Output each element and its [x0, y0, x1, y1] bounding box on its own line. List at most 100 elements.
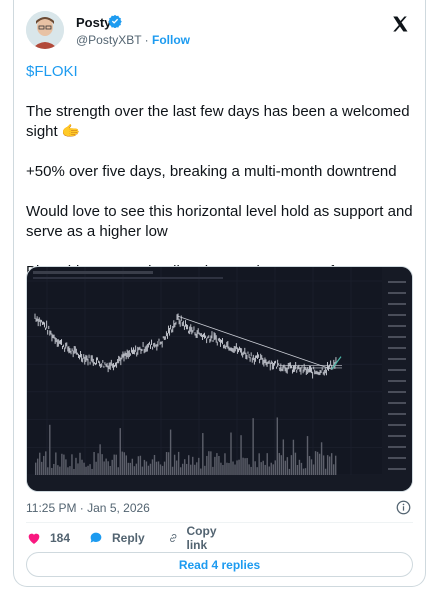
- volume-bar: [264, 464, 266, 475]
- volume-bar: [278, 452, 281, 475]
- volume-bar: [61, 453, 63, 475]
- volume-bar: [35, 462, 37, 475]
- volume-bar: [188, 455, 190, 475]
- volume-bar: [159, 464, 162, 475]
- price-tick-label: [388, 347, 406, 349]
- volume-bar: [232, 461, 234, 475]
- info-icon[interactable]: [396, 500, 411, 515]
- volume-bar: [119, 428, 121, 475]
- volume-bar: [73, 468, 75, 475]
- reply-button[interactable]: Reply: [88, 529, 145, 547]
- volume-bar: [121, 451, 123, 475]
- volume-bar: [45, 451, 47, 475]
- volume-bar: [314, 451, 317, 475]
- tweet-text: $FLOKI The strength over the last few da…: [26, 62, 416, 282]
- volume-bar: [129, 462, 132, 475]
- volume-bar: [107, 461, 109, 475]
- volume-bar: [272, 464, 274, 475]
- volume-bar: [292, 439, 295, 475]
- volume-bar: [238, 459, 240, 475]
- volume-bar: [81, 459, 83, 475]
- volume-bar: [49, 424, 51, 475]
- volume-bar: [248, 464, 250, 475]
- link-icon: [170, 534, 177, 542]
- volume-bar: [175, 460, 178, 475]
- price-tick-label: [388, 402, 406, 404]
- price-tick-label: [388, 446, 406, 448]
- volume-bar: [266, 453, 268, 475]
- tweet-card: Posty @PostyXBT · Follow $FLOKI The stre…: [13, 0, 426, 587]
- volume-bar: [127, 462, 130, 475]
- author-name[interactable]: Posty: [76, 15, 111, 30]
- volume-bar: [163, 461, 166, 475]
- volume-bar: [41, 461, 43, 475]
- volume-bar: [177, 451, 180, 475]
- volume-bar: [234, 464, 236, 475]
- chart-legend: [33, 277, 223, 279]
- volume-bar: [145, 461, 148, 475]
- volume-bar: [63, 454, 65, 475]
- volume-bar: [300, 462, 303, 475]
- price-tick-label: [388, 292, 406, 294]
- volume-bar: [83, 462, 85, 475]
- volume-bar: [59, 466, 61, 475]
- timestamp[interactable]: 11:25 PM · Jan 5, 2026: [26, 501, 150, 515]
- volume-bar: [214, 456, 216, 475]
- volume-bar: [167, 452, 170, 475]
- tweet-header: Posty @PostyXBT · Follow: [26, 11, 413, 51]
- cashtag-link[interactable]: $FLOKI: [26, 62, 416, 82]
- volume-bar: [75, 457, 77, 475]
- volume-bar: [91, 468, 93, 475]
- volume-bar: [330, 453, 333, 475]
- volume-bar: [153, 454, 156, 475]
- volume-bar: [117, 467, 119, 475]
- volume-bar: [328, 456, 331, 475]
- volume-bar: [65, 459, 67, 475]
- price-tick-label: [388, 358, 406, 360]
- volume-bar: [198, 457, 200, 475]
- copy-link-button[interactable]: Copy link: [168, 524, 222, 552]
- price-tick-label: [388, 380, 406, 382]
- volume-bar: [157, 461, 160, 475]
- x-logo-icon[interactable]: [391, 15, 409, 33]
- volume-bar: [288, 468, 291, 475]
- volume-bar: [206, 455, 208, 475]
- volume-bar: [284, 460, 287, 475]
- price-tick-label: [388, 336, 406, 338]
- volume-bar: [149, 463, 152, 475]
- chart-image[interactable]: [26, 266, 413, 492]
- volume-bar: [220, 462, 222, 475]
- like-button[interactable]: 184: [26, 529, 70, 547]
- price-tick-label: [388, 413, 406, 415]
- handle-row: @PostyXBT · Follow: [76, 33, 190, 47]
- price-chart: [27, 267, 412, 491]
- author-handle[interactable]: @PostyXBT: [76, 33, 141, 47]
- volume-bar: [218, 455, 220, 475]
- volume-bar: [109, 465, 111, 475]
- volume-bar: [141, 466, 144, 475]
- volume-bar: [173, 454, 176, 475]
- read-replies-button[interactable]: Read 4 replies: [26, 552, 413, 577]
- price-tick-label: [388, 424, 406, 426]
- volume-bar: [196, 462, 198, 475]
- volume-bar: [294, 452, 297, 475]
- follow-button[interactable]: Follow: [152, 33, 190, 47]
- volume-bar: [131, 458, 134, 475]
- volume-bar: [226, 462, 228, 475]
- volume-bar: [320, 442, 323, 475]
- volume-bar: [111, 459, 113, 475]
- volume-bar: [224, 453, 226, 475]
- volume-bar: [97, 453, 99, 475]
- volume-bar: [113, 454, 115, 475]
- volume-bar: [37, 458, 39, 475]
- volume-bar: [105, 458, 107, 475]
- volume-bar: [242, 457, 244, 475]
- volume-bar: [240, 435, 242, 475]
- volume-bar: [244, 458, 246, 475]
- volume-bar: [268, 466, 270, 475]
- volume-bar: [324, 468, 327, 475]
- volume-bar: [99, 444, 101, 475]
- divider: [26, 522, 413, 523]
- avatar[interactable]: [26, 11, 64, 49]
- volume-bar: [51, 467, 53, 475]
